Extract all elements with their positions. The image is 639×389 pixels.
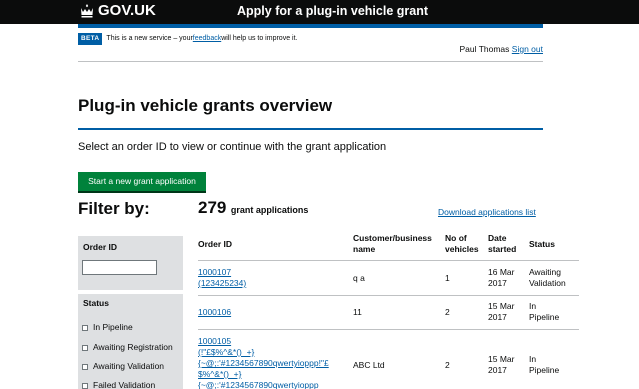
row-divider	[198, 295, 579, 296]
date-l1: 15 Mar	[488, 301, 515, 311]
order-id-link[interactable]: 1000105	[198, 336, 348, 347]
col-header-order-id: Order ID	[198, 239, 233, 249]
status-l1: Awaiting	[529, 267, 561, 277]
status-l2: Validation	[529, 278, 566, 288]
lead-text: Select an order ID to view or continue w…	[78, 141, 387, 153]
date-l1: 16 Mar	[488, 267, 515, 277]
customer-cell: ABC Ltd	[353, 360, 385, 370]
status-option-in-pipeline[interactable]: In Pipeline	[82, 322, 133, 333]
status-cell: Awaiting Validation	[529, 267, 566, 289]
sign-out-link[interactable]: Sign out	[512, 44, 543, 54]
date-l2: 2017	[488, 312, 507, 322]
vehicles-cell: 2	[445, 307, 450, 317]
checkbox[interactable]	[82, 382, 88, 389]
order-id-link[interactable]: 1000107	[198, 267, 246, 278]
order-id-label: Order ID	[83, 242, 118, 252]
beta-text-after: will help us to improve it.	[221, 35, 298, 42]
download-applications-link[interactable]: Download applications list	[438, 207, 536, 218]
table-row-order: 1000106	[198, 307, 231, 318]
header-underline	[78, 24, 543, 28]
feedback-link[interactable]: feedback	[193, 34, 221, 44]
results-count: 279 grant applications	[198, 198, 308, 218]
date-l1: 15 Mar	[488, 354, 515, 364]
beta-tag: BETA	[78, 33, 103, 45]
date-cell: 15 Mar 2017	[488, 301, 514, 323]
status-l1: In	[529, 354, 537, 364]
order-ref-link[interactable]: (123425234)	[198, 278, 246, 289]
results-count-number: 279	[198, 198, 227, 217]
beta-banner: BETA This is a new service – your feedba…	[78, 33, 297, 45]
checkbox[interactable]	[82, 363, 88, 370]
title-underline	[78, 128, 543, 130]
user-bar: Paul Thomas Sign out	[459, 44, 543, 55]
status-l1: In	[529, 301, 537, 311]
date-cell: 16 Mar 2017	[488, 267, 514, 289]
status-option-label: Awaiting Registration	[93, 342, 173, 352]
vehicles-cell: 1	[445, 273, 450, 283]
govuk-header: GOV.UK Apply for a plug-in vehicle grant	[0, 0, 639, 24]
date-cell: 15 Mar 2017	[488, 354, 514, 376]
status-option-failed-validation[interactable]: Failed Validation	[82, 380, 155, 389]
col-header-vehicles-l2: vehicles	[445, 244, 479, 254]
filter-title: Filter by:	[78, 199, 150, 218]
col-header-date: Date started	[488, 233, 516, 255]
status-option-label: Awaiting Validation	[93, 361, 165, 371]
order-id-link[interactable]: 1000106	[198, 307, 231, 318]
order-ref-link[interactable]: (!"£$%^&*()_+}	[198, 347, 348, 358]
table-row-order: 1000105 (!"£$%^&*()_+} {~@;:'#1234567890…	[198, 336, 348, 389]
divider	[78, 61, 543, 62]
status-cell: In Pipeline	[529, 354, 559, 376]
col-header-vehicles-l1: No of	[445, 233, 467, 243]
col-header-status: Status	[529, 239, 555, 249]
order-id-input[interactable]	[82, 260, 157, 275]
col-header-date-l1: Date	[488, 233, 507, 243]
order-ref-link[interactable]: $%^&*()_+}	[198, 369, 348, 380]
order-ref-link[interactable]: {~@;:'#1234567890qwertyioppp	[198, 380, 348, 389]
row-divider	[198, 260, 579, 261]
status-option-awaiting-validation[interactable]: Awaiting Validation	[82, 361, 164, 372]
status-cell: In Pipeline	[529, 301, 559, 323]
row-divider	[198, 329, 579, 330]
col-header-customer-l2: name	[353, 244, 376, 254]
col-header-date-l2: started	[488, 244, 517, 254]
status-option-label: Failed Validation	[93, 380, 156, 389]
checkbox[interactable]	[82, 344, 88, 351]
service-name[interactable]: Apply for a plug-in vehicle grant	[237, 3, 428, 19]
customer-cell: 11	[353, 307, 362, 317]
status-l2: Pipeline	[529, 365, 560, 375]
status-label: Status	[83, 298, 109, 308]
col-header-customer-l1: Customer/business	[353, 233, 432, 243]
start-new-application-button[interactable]: Start a new grant application	[78, 172, 206, 191]
date-l2: 2017	[488, 278, 507, 288]
status-option-label: In Pipeline	[93, 322, 133, 332]
vehicles-cell: 2	[445, 360, 450, 370]
crown-icon	[81, 4, 93, 18]
status-option-awaiting-registration[interactable]: Awaiting Registration	[82, 342, 173, 353]
beta-text-before: This is a new service – your	[106, 35, 193, 42]
status-l2: Pipeline	[529, 312, 560, 322]
col-header-vehicles: No of vehicles	[445, 233, 479, 255]
govuk-logo[interactable]: GOV.UK	[98, 2, 156, 20]
date-l2: 2017	[488, 365, 507, 375]
customer-cell: q a	[353, 273, 365, 283]
col-header-customer: Customer/business name	[353, 233, 432, 255]
page-title: Plug-in vehicle grants overview	[78, 96, 333, 115]
order-ref-link[interactable]: {~@;:'#1234567890qwertyioppp!"£	[198, 358, 348, 369]
table-row-order: 1000107 (123425234)	[198, 267, 246, 289]
checkbox[interactable]	[82, 324, 88, 331]
user-name: Paul Thomas	[459, 44, 510, 54]
results-count-label: grant applications	[230, 205, 309, 215]
